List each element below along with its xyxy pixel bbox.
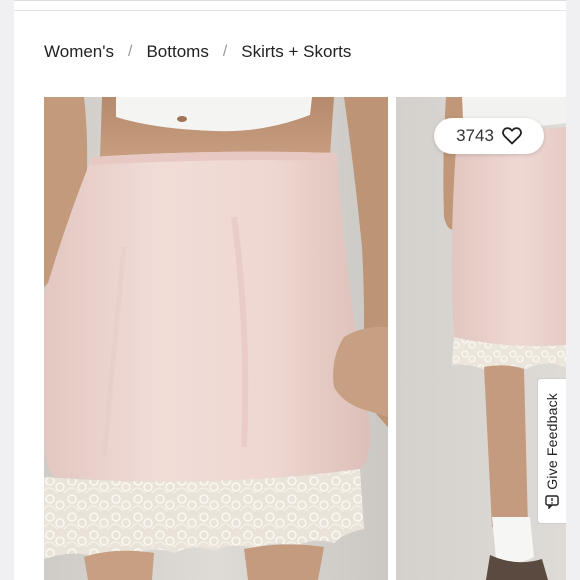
likes-button[interactable]: 3743 <box>434 118 544 154</box>
breadcrumb-separator: / <box>128 43 133 60</box>
breadcrumb-separator: / <box>222 43 228 60</box>
likes-count: 3743 <box>456 126 494 145</box>
product-image-main[interactable] <box>44 97 388 580</box>
feedback-icon <box>545 495 559 510</box>
give-feedback-tab[interactable]: Give Feedback <box>537 378 566 524</box>
heart-icon <box>501 127 522 145</box>
product-page: Women's / Bottoms / Skirts + Skorts 3743… <box>0 0 580 580</box>
breadcrumb-bottoms[interactable]: Bottoms <box>146 42 208 62</box>
left-gutter <box>0 0 14 580</box>
give-feedback-label: Give Feedback <box>544 392 560 490</box>
right-gutter <box>566 0 580 580</box>
breadcrumb-womens[interactable]: Women's <box>44 42 114 62</box>
breadcrumb: Women's / Bottoms / Skirts + Skorts <box>44 40 351 64</box>
product-image-main-art <box>44 97 388 580</box>
header-divider <box>14 10 566 11</box>
breadcrumb-skirts-skorts[interactable]: Skirts + Skorts <box>241 42 351 62</box>
